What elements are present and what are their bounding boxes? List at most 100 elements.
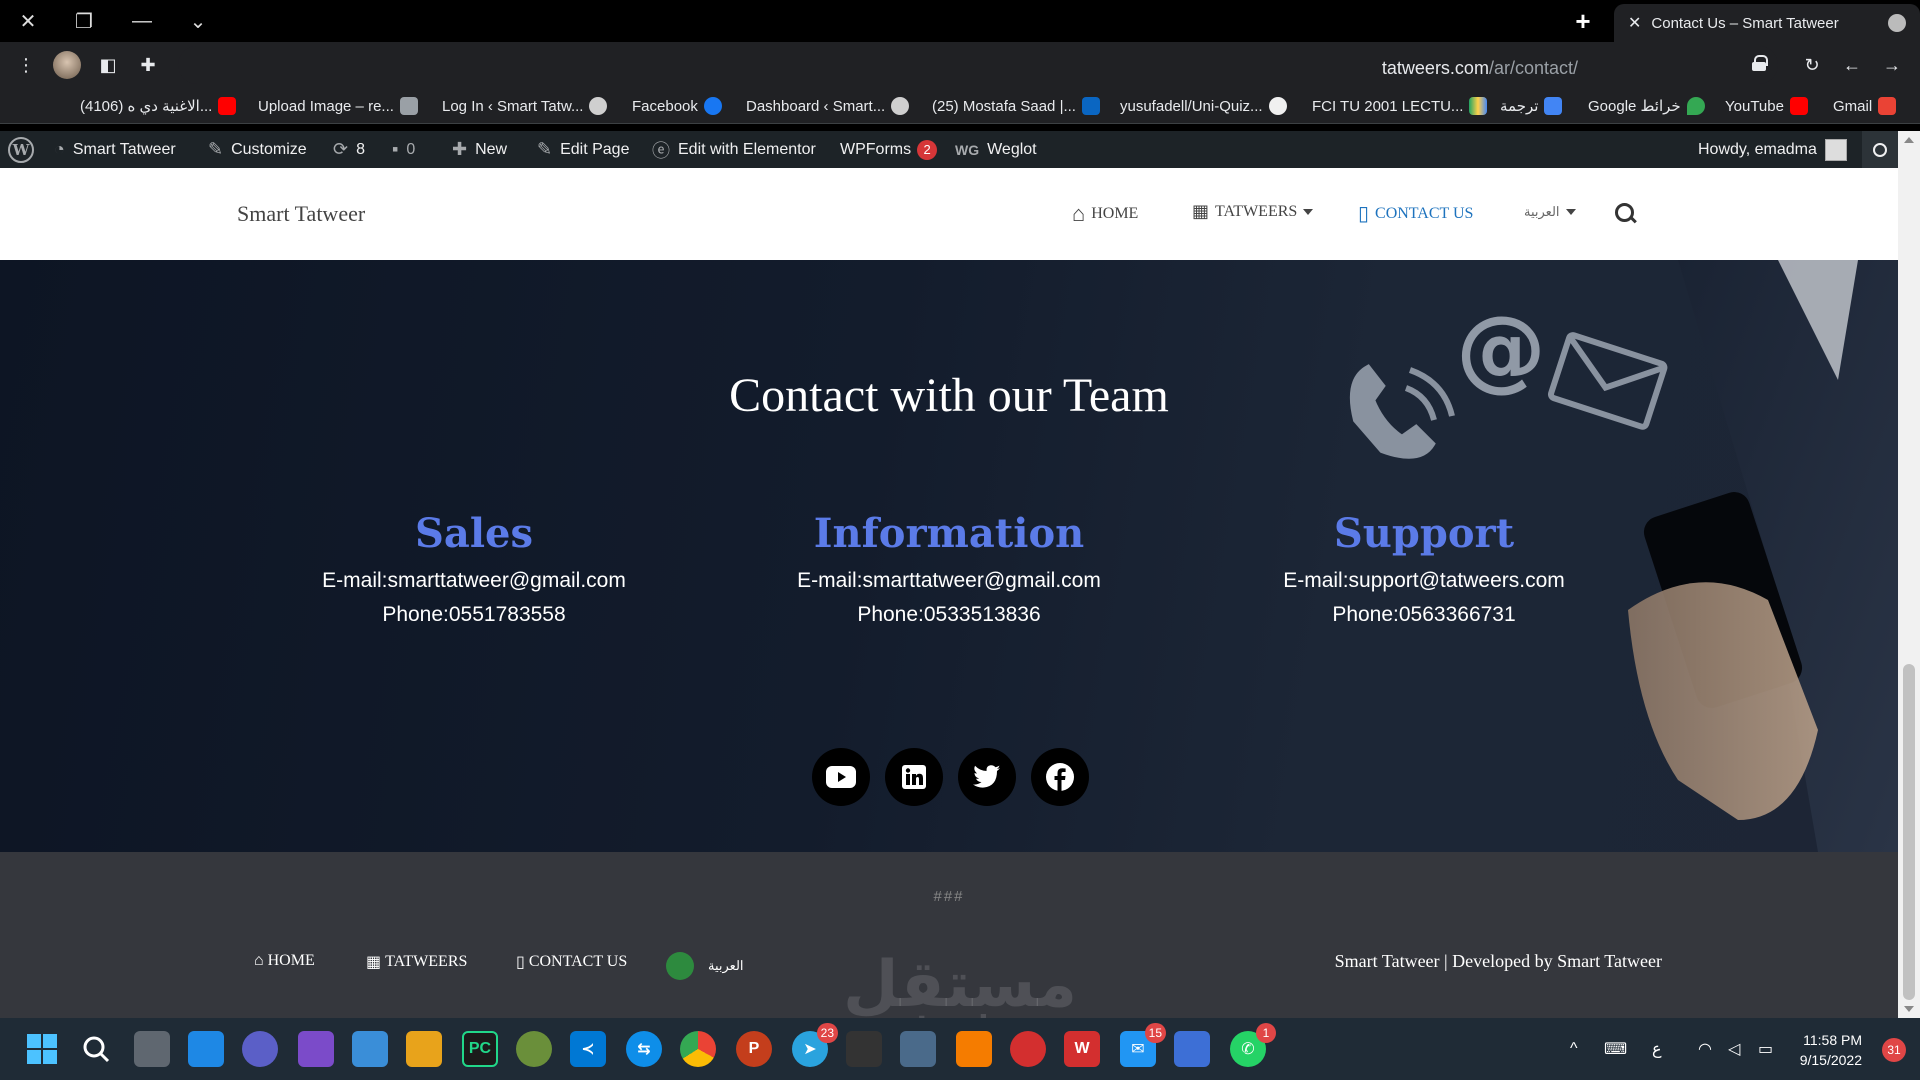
whatsapp-icon[interactable]: ✆ 1 — [1230, 1023, 1276, 1067]
bookmark-item[interactable]: Log In ‹ Smart Tatw... — [442, 96, 613, 116]
wp-edit-elementor[interactable]: ⓔ Edit with Elementor — [652, 131, 816, 168]
nav-language[interactable]: العربية — [1524, 204, 1576, 220]
wp-customize[interactable]: ✎ Customize — [208, 131, 307, 168]
media-app-icon[interactable] — [846, 1031, 882, 1067]
extensions-icon[interactable]: ✚ — [132, 49, 164, 81]
sales-email[interactable]: E-mail:smarttatweer@gmail.com — [234, 569, 714, 593]
store-icon[interactable] — [1174, 1031, 1210, 1067]
footer-nav-contact[interactable]: ▯ CONTACT US — [516, 952, 627, 972]
bookmark-item[interactable]: Facebook — [632, 96, 728, 116]
remote-desktop-icon[interactable] — [900, 1031, 936, 1067]
tab-search-chevron-icon[interactable]: ⌄ — [176, 0, 220, 42]
footer-nav-language[interactable]: العربية — [666, 952, 744, 980]
wp-comments[interactable]: ▪ 0 — [392, 131, 415, 168]
new-tab-button[interactable]: + — [1561, 6, 1605, 36]
wifi-icon[interactable]: ◠ — [1698, 1018, 1712, 1080]
powerpoint-icon[interactable]: P — [736, 1031, 772, 1067]
wp-edit-page[interactable]: ✎ Edit Page — [537, 131, 629, 168]
scroll-up-icon[interactable] — [1904, 137, 1914, 143]
keyboard-icon[interactable]: ⌨ — [1604, 1018, 1627, 1080]
footer-nav-home[interactable]: ⌂ HOME — [254, 952, 315, 970]
minimize-window-icon[interactable]: — — [120, 0, 164, 42]
back-icon[interactable]: ← — [1836, 49, 1868, 81]
support-phone[interactable]: Phone:0563366731 — [1184, 603, 1664, 627]
scroll-thumb[interactable] — [1903, 664, 1915, 1000]
close-window-icon[interactable]: ✕ — [6, 0, 50, 42]
pycharm-icon[interactable]: PC — [462, 1031, 498, 1067]
profile-avatar[interactable] — [53, 51, 81, 79]
teams-chat-icon[interactable] — [242, 1031, 278, 1067]
bookmark-item[interactable]: (4106) الاغنية دي ه... — [80, 96, 242, 116]
windows-start-icon[interactable] — [24, 1031, 60, 1067]
tab-contact-us[interactable]: ✕ Contact Us – Smart Tatweer — [1614, 4, 1920, 42]
chrome-icon[interactable] — [680, 1031, 716, 1067]
menu-dots-icon[interactable]: ⋮ — [10, 49, 42, 81]
wp-new[interactable]: ✚ New — [452, 131, 507, 168]
wp-howdy[interactable]: Howdy, emadma — [1698, 131, 1847, 168]
information-phone[interactable]: Phone:0533513836 — [709, 603, 1189, 627]
clipchamp-icon[interactable] — [298, 1031, 334, 1067]
page-scrollbar[interactable] — [1898, 131, 1920, 1018]
system-clock[interactable]: 11:58 PM 9/15/2022 — [1800, 1030, 1862, 1070]
site-title[interactable]: Smart Tatweer — [237, 201, 365, 227]
url-text[interactable]: tatweers.com/ar/contact/ — [1382, 58, 1578, 79]
side-panel-icon[interactable]: ◧ — [92, 49, 124, 81]
battery-icon[interactable]: ▭ — [1758, 1018, 1773, 1080]
xampp-icon[interactable] — [956, 1031, 992, 1067]
wps-office-icon[interactable]: W — [1064, 1031, 1100, 1067]
file-explorer-icon[interactable] — [406, 1031, 442, 1067]
forward-icon[interactable]: → — [1876, 49, 1908, 81]
caret-down-icon — [1565, 209, 1576, 215]
show-hidden-icons-chevron-icon[interactable]: ^ — [1570, 1018, 1578, 1080]
bookmark-item[interactable]: Gmail — [1833, 96, 1902, 116]
bookmark-item[interactable]: ترجمة — [1500, 96, 1568, 116]
information-email[interactable]: E-mail:smarttatweer@gmail.com — [709, 569, 1189, 593]
telegram-icon[interactable]: ➤ 23 — [792, 1023, 838, 1067]
bookmark-item[interactable]: yusufadell/Uni-Quiz... — [1120, 96, 1293, 116]
virtualbox-icon[interactable] — [352, 1031, 388, 1067]
address-bar[interactable]: tatweers.com/ar/contact/ — [178, 46, 1778, 84]
bookmark-item[interactable]: YouTube — [1725, 96, 1814, 116]
app-icon[interactable] — [516, 1031, 552, 1067]
wp-site-name[interactable]: ◔ Smart Tatweer — [54, 131, 176, 168]
linkedin-icon[interactable] — [885, 748, 943, 806]
nav-tatweers[interactable]: ▦ TATWEERS — [1192, 201, 1314, 222]
task-view-icon[interactable] — [134, 1031, 170, 1067]
teamviewer-icon[interactable]: ⇆ — [626, 1031, 662, 1067]
browser-titlebar: ✕ ❐ — ⌄ + ✕ Contact Us – Smart Tatweer — [0, 0, 1920, 42]
footer-nav-tatweers[interactable]: ▦ TATWEERS — [366, 952, 467, 972]
gmail-icon — [1878, 97, 1897, 115]
notifications-badge[interactable]: 31 — [1882, 1038, 1906, 1062]
input-language[interactable]: ع — [1652, 1018, 1662, 1080]
app-icon[interactable] — [1010, 1031, 1046, 1067]
reload-icon[interactable]: ↻ — [1796, 49, 1828, 81]
bookmark-item[interactable]: Dashboard ‹ Smart... — [746, 96, 915, 116]
bookmark-item[interactable]: Upload Image – re... — [258, 96, 424, 116]
widgets-icon[interactable] — [188, 1031, 224, 1067]
bookmark-item[interactable]: (25) Mostafa Saad |... — [932, 96, 1106, 116]
wp-weglot[interactable]: WG Weglot — [955, 131, 1037, 168]
support-email[interactable]: E-mail:support@tatweers.com — [1184, 569, 1664, 593]
mail-icon[interactable]: ✉ 15 — [1120, 1023, 1166, 1067]
search-icon[interactable] — [78, 1031, 114, 1067]
wp-updates[interactable]: ⟳ 8 — [333, 131, 365, 168]
restore-window-icon[interactable]: ❐ — [62, 0, 106, 42]
close-tab-icon[interactable]: ✕ — [1628, 13, 1641, 33]
nav-home[interactable]: ⌂ HOME — [1072, 201, 1138, 227]
wordpress-logo-icon[interactable]: W — [8, 131, 34, 168]
vscode-icon[interactable]: ≺ — [570, 1031, 606, 1067]
volume-icon[interactable]: ◁ — [1728, 1018, 1740, 1080]
bookmark-item[interactable]: Google خرائط — [1588, 96, 1711, 116]
lock-icon[interactable] — [1752, 55, 1768, 71]
nav-contact[interactable]: ▯ CONTACT US — [1358, 201, 1473, 226]
sales-phone[interactable]: Phone:0551783558 — [234, 603, 714, 627]
youtube-icon[interactable] — [812, 748, 870, 806]
linkedin-icon — [1081, 97, 1100, 115]
scroll-down-icon[interactable] — [1904, 1006, 1914, 1012]
bookmark-item[interactable]: FCI TU 2001 LECTU... — [1312, 96, 1493, 116]
facebook-icon[interactable] — [1031, 748, 1089, 806]
wp-search-icon[interactable] — [1862, 131, 1898, 168]
twitter-icon[interactable] — [958, 748, 1016, 806]
wp-wpforms[interactable]: WPForms 2 — [840, 131, 938, 168]
search-icon[interactable] — [1614, 202, 1638, 226]
